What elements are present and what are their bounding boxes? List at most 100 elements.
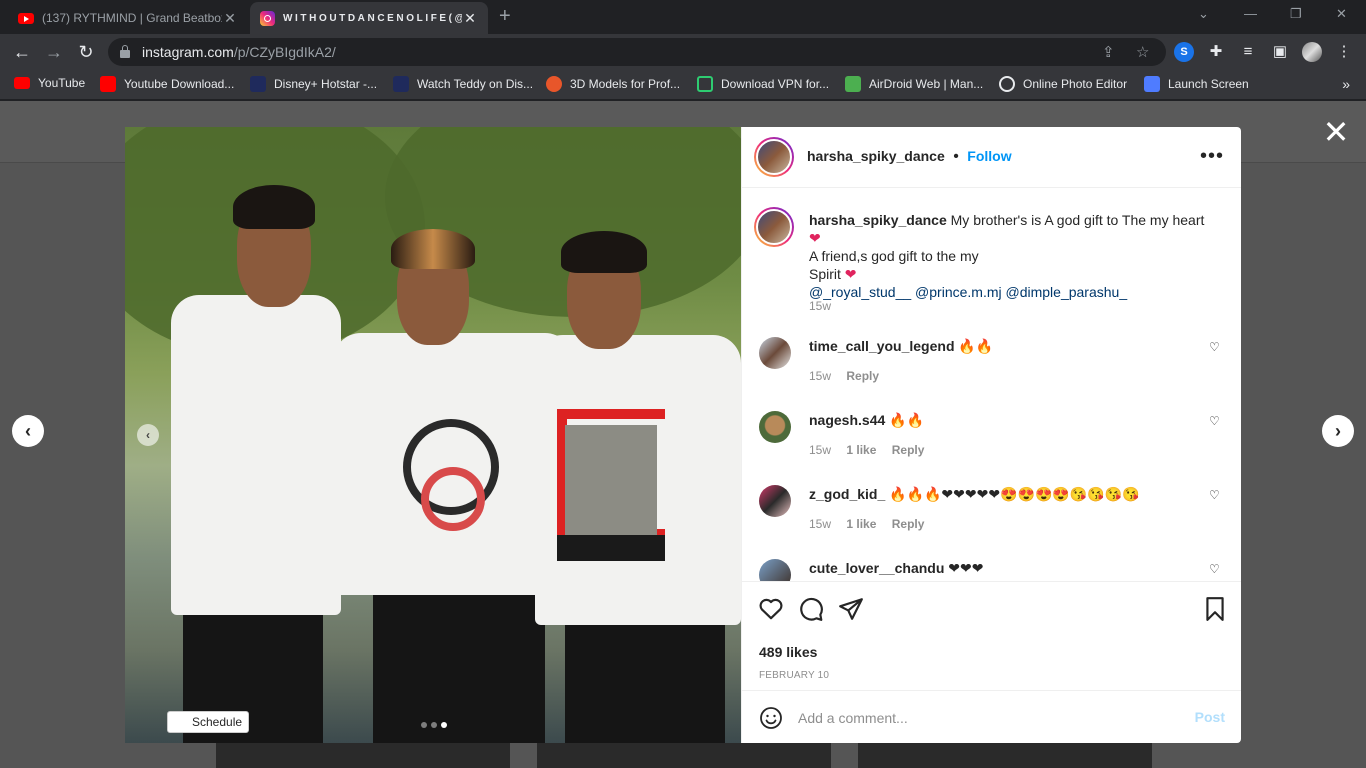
author-username[interactable]: harsha_spiky_dance: [807, 148, 945, 164]
url-path: /p/CZyBIgdIkA2/: [233, 44, 336, 60]
reply-button[interactable]: Reply: [846, 369, 879, 383]
comment-time[interactable]: 15w: [809, 369, 831, 383]
caption-avatar[interactable]: [754, 207, 794, 247]
close-modal-icon[interactable]: ✕: [1322, 116, 1350, 148]
previous-photo-button[interactable]: ‹: [137, 424, 159, 446]
bookmark-star-icon[interactable]: ☆: [1136, 43, 1149, 61]
previous-post-button[interactable]: ‹: [12, 415, 44, 447]
bookmark-vpn[interactable]: Download VPN for...: [697, 76, 829, 92]
bookmark-launch-screen[interactable]: Launch Screen: [1144, 76, 1249, 92]
close-tab-icon[interactable]: ✕: [222, 10, 238, 27]
like-comment-heart-icon[interactable]: ♡: [1209, 489, 1221, 501]
comment-likes[interactable]: 1 like: [846, 517, 876, 531]
tab-strip: (137) RYTHMIND | Grand Beatbox ✕ WITHOUT…: [0, 0, 1366, 34]
comment-time[interactable]: 15w: [809, 517, 831, 531]
comment-bubble-icon[interactable]: [798, 596, 824, 622]
pagination-dot: [431, 722, 437, 728]
minimize-button[interactable]: —: [1244, 6, 1257, 21]
extensions-puzzle-icon[interactable]: ✚: [1206, 42, 1226, 62]
more-bookmarks-icon[interactable]: »: [1342, 76, 1350, 92]
share-paper-plane-icon[interactable]: [838, 596, 864, 622]
reload-button[interactable]: ↻: [74, 40, 98, 64]
caption-line1: My brother's is A god gift to The my hea…: [950, 212, 1205, 228]
vpn-icon: [697, 76, 713, 92]
like-comment-heart-icon[interactable]: ♡: [1209, 341, 1221, 353]
hotstar-icon: [393, 76, 409, 92]
bookmarks-bar: YouTube Youtube Download... Disney+ Hots…: [0, 70, 1366, 100]
like-comment-heart-icon[interactable]: ♡: [1209, 415, 1221, 427]
comments-list[interactable]: harsha_spiky_dance My brother's is A god…: [742, 189, 1241, 581]
reply-button[interactable]: Reply: [892, 443, 925, 457]
comment-content: 🔥🔥: [889, 412, 925, 428]
restore-button[interactable]: ❐: [1290, 6, 1302, 22]
shazam-extension-icon[interactable]: S: [1174, 42, 1194, 62]
profile-avatar[interactable]: [1302, 42, 1322, 62]
post-sidebar: harsha_spiky_dance • Follow ••• harsha_s…: [741, 127, 1241, 743]
like-comment-heart-icon[interactable]: ♡: [1209, 563, 1221, 575]
photo-pagination: [421, 722, 447, 728]
side-panel-icon[interactable]: ▣: [1270, 42, 1290, 62]
bookmark-hotstar[interactable]: Disney+ Hotstar -...: [250, 76, 377, 92]
pants: [565, 605, 725, 743]
comment-time[interactable]: 15w: [809, 443, 831, 457]
like-heart-icon[interactable]: [758, 596, 784, 622]
bookmark-label: YouTube: [38, 76, 86, 90]
post-date[interactable]: FEBRUARY 10: [759, 670, 829, 681]
lock-icon[interactable]: [120, 45, 130, 58]
author-avatar[interactable]: [754, 137, 794, 177]
comment-username[interactable]: nagesh.s44: [809, 412, 885, 428]
commenter-avatar[interactable]: [759, 411, 791, 443]
commenter-avatar[interactable]: [759, 337, 791, 369]
more-options-icon[interactable]: •••: [1200, 145, 1224, 168]
reply-button[interactable]: Reply: [892, 517, 925, 531]
caption-line3: Spirit: [809, 266, 841, 282]
comment-likes[interactable]: 1 like: [846, 443, 876, 457]
comment-input[interactable]: [798, 707, 1178, 729]
add-comment-bar: Post: [742, 690, 1241, 743]
save-bookmark-icon[interactable]: [1202, 596, 1228, 622]
comment-username[interactable]: cute_lover__chandu: [809, 560, 944, 576]
comment-text: nagesh.s44 🔥🔥: [809, 411, 1199, 429]
post-comment-button[interactable]: Post: [1195, 709, 1225, 725]
bookmark-youtube[interactable]: YouTube: [14, 76, 85, 90]
caption-username[interactable]: harsha_spiky_dance: [809, 212, 947, 228]
youtube-icon: [18, 12, 34, 24]
share-icon[interactable]: ⇪: [1102, 43, 1115, 61]
commenter-avatar[interactable]: [759, 485, 791, 517]
tab-search-icon[interactable]: ⌄: [1198, 6, 1209, 22]
bookmark-airdroid[interactable]: AirDroid Web | Man...: [845, 76, 983, 92]
likes-count[interactable]: 489 likes: [759, 644, 817, 660]
heart-emoji: ❤: [809, 230, 821, 246]
close-tab-icon[interactable]: ✕: [462, 10, 478, 27]
back-button[interactable]: ←: [10, 40, 34, 64]
tab-youtube[interactable]: (137) RYTHMIND | Grand Beatbox ✕: [8, 2, 248, 34]
schedule-button[interactable]: Schedule: [167, 711, 250, 733]
bookmark-watch-teddy[interactable]: Watch Teddy on Dis...: [393, 76, 533, 92]
hotstar-icon: [250, 76, 266, 92]
pagination-dot-active: [441, 722, 447, 728]
new-tab-button[interactable]: +: [499, 5, 511, 28]
post-modal: ‹ Schedule harsha_spiky_dance • Follow •…: [125, 127, 1241, 743]
comment-username[interactable]: time_call_you_legend: [809, 338, 955, 354]
shirt-logo: [421, 467, 485, 531]
media-controls-icon[interactable]: ≡: [1238, 42, 1258, 62]
post-photo[interactable]: ‹ Schedule: [125, 127, 741, 743]
forward-button[interactable]: →: [42, 40, 66, 64]
close-window-button[interactable]: ✕: [1336, 6, 1347, 22]
commenter-avatar[interactable]: [759, 559, 791, 581]
menu-kebab-icon[interactable]: ⋮: [1334, 42, 1354, 62]
caption-timestamp[interactable]: 15w: [809, 299, 831, 313]
bookmark-3d-models[interactable]: 3D Models for Prof...: [546, 76, 680, 92]
bookmark-youtube-download[interactable]: Youtube Download...: [100, 76, 234, 92]
comment-content: 🔥🔥: [958, 338, 994, 354]
address-bar[interactable]: instagram.com/p/CZyBIgdIkA2/ ⇪ ☆: [108, 38, 1166, 66]
emoji-smiley-icon[interactable]: [759, 706, 783, 730]
follow-button[interactable]: Follow: [967, 148, 1011, 164]
next-post-button[interactable]: ›: [1322, 415, 1354, 447]
heart-emoji: ❤: [844, 266, 857, 282]
tab-instagram[interactable]: WITHOUTDANCENOLIFE(@ ✕: [250, 2, 488, 34]
caption-mentions[interactable]: @_royal_stud__ @prince.m.mj @dimple_para…: [809, 284, 1127, 300]
bookmark-photo-editor[interactable]: Online Photo Editor: [999, 76, 1127, 92]
separator-dot: •: [953, 148, 959, 165]
comment-username[interactable]: z_god_kid_: [809, 486, 885, 502]
